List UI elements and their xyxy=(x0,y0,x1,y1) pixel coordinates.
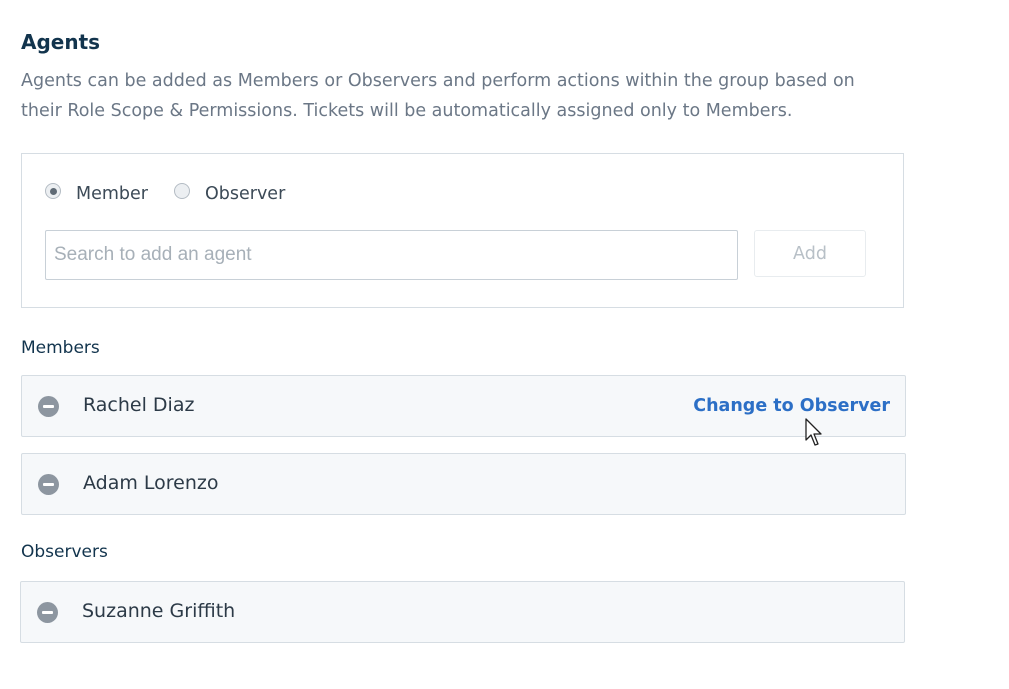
agent-name: Suzanne Griffith xyxy=(82,600,236,622)
radio-label-member: Member xyxy=(76,184,148,204)
remove-circle-icon[interactable] xyxy=(38,396,59,417)
agent-name: Adam Lorenzo xyxy=(83,472,219,494)
section-title: Agents xyxy=(21,30,101,54)
add-agent-button[interactable]: Add xyxy=(754,230,866,277)
members-heading: Members xyxy=(21,338,100,358)
radio-member-selected[interactable] xyxy=(45,183,61,199)
section-description: Agents can be added as Members or Observ… xyxy=(21,71,855,121)
agent-search-input[interactable] xyxy=(45,230,738,280)
observer-row-suzanne-griffith: Suzanne Griffith xyxy=(20,581,905,643)
radio-option-observer[interactable]: Observer xyxy=(173,183,286,204)
mouse-pointer-icon xyxy=(805,418,822,446)
member-row-rachel-diaz: Rachel Diaz Change to Observer xyxy=(21,375,906,437)
member-row-adam-lorenzo: Adam Lorenzo xyxy=(21,453,906,515)
radio-option-member[interactable]: Member xyxy=(45,183,148,204)
radio-label-observer: Observer xyxy=(204,184,286,204)
remove-circle-icon[interactable] xyxy=(38,474,59,495)
role-radio-group: Member Observer xyxy=(45,183,311,204)
agent-name: Rachel Diaz xyxy=(83,394,195,416)
add-agent-panel: Member Observer Add xyxy=(21,153,904,308)
radio-observer-unselected[interactable] xyxy=(173,183,190,199)
observers-heading: Observers xyxy=(21,542,108,562)
change-to-observer-link[interactable]: Change to Observer xyxy=(693,396,890,416)
remove-circle-icon[interactable] xyxy=(37,602,58,623)
